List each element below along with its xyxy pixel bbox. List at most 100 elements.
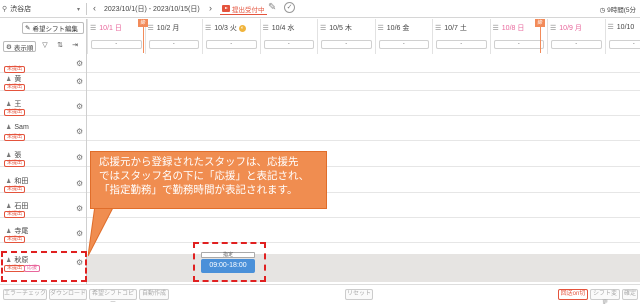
request-shift-edit-button[interactable]: ✎ 希望シフト編集	[22, 22, 84, 34]
download-button[interactable]: ダウンロード	[49, 289, 87, 300]
menu-icon: ☰	[607, 24, 614, 31]
gear-icon[interactable]: ⚙	[76, 127, 83, 136]
day-label[interactable]: ☰ 10/10	[607, 23, 635, 32]
sort-icon[interactable]: ⇅	[55, 41, 65, 52]
chevron-down-icon: ▾	[76, 6, 80, 13]
person-icon: ♟	[6, 204, 12, 210]
staff-name: ♟ 石田	[6, 201, 28, 211]
sort-order-label: 表示順	[13, 44, 34, 52]
day-column-header: ☰ 10/7 土 -	[432, 19, 490, 54]
callout-line: ではスタッフ名の下に「応援」と表記され、	[99, 170, 310, 182]
menu-icon: ☰	[262, 25, 269, 32]
gear-icon[interactable]: ⚙	[76, 229, 83, 238]
day-dropdown[interactable]: -	[148, 40, 199, 49]
staff-row[interactable]: ♟ 張未提出 ⚙	[0, 150, 86, 168]
day-label[interactable]: ☰ 10/9 月	[550, 23, 582, 33]
play-icon	[222, 5, 230, 12]
day-dropdown[interactable]: -	[551, 40, 602, 49]
staff-name-text: 王	[14, 101, 22, 108]
staff-name-text: 石田	[14, 203, 29, 210]
pencil-icon: ✎	[25, 25, 31, 32]
shift-change-button[interactable]: シフト変更	[590, 289, 620, 304]
gear-icon[interactable]: ⚙	[76, 179, 83, 188]
day-label-text: 10/10	[616, 23, 635, 31]
store-select[interactable]: ⚲ 渋谷店 ▾	[2, 3, 80, 15]
filter-icon[interactable]: ▽	[40, 41, 50, 52]
person-icon: ♟	[6, 179, 12, 185]
staff-row[interactable]: ♟ 和田 未提出 ⚙	[0, 176, 86, 194]
submit-toggle-button[interactable]: 回送on切	[558, 289, 588, 300]
reset-button[interactable]: リセット	[345, 289, 373, 300]
day-dropdown[interactable]: -	[321, 40, 372, 49]
day-label[interactable]: ☰ 10/8 日	[493, 23, 525, 33]
day-column-header: ☰ 10/9 月 -	[547, 19, 605, 54]
day-label[interactable]: ☰ 10/3 火 ◐	[205, 23, 246, 33]
staff-row[interactable]: ♟ Sam 未提出 ⚙	[0, 124, 86, 142]
day-dropdown[interactable]: -	[608, 40, 640, 49]
location-pin-icon: ⚲	[2, 6, 8, 13]
staff-name: ♟ 寺尾	[6, 226, 28, 236]
day-dropdown[interactable]: -	[91, 40, 142, 49]
staff-row[interactable]: ♟ 寺尾 未提出 ⚙	[0, 226, 86, 244]
staff-name: ♟ Sam	[6, 124, 29, 131]
deadline-line	[143, 27, 144, 53]
status-text: 提出受付中	[232, 6, 265, 14]
sort-order-button[interactable]: ⚙ 表示順	[3, 41, 36, 52]
day-label-text: 10/7 土	[444, 25, 467, 32]
clock-icon: ◷	[599, 7, 606, 14]
day-label[interactable]: ☰ 10/4 水	[263, 23, 295, 33]
prev-period-button[interactable]: ‹	[93, 3, 96, 13]
pencil-icon[interactable]: ✎	[268, 2, 276, 13]
day-dropdown[interactable]: -	[263, 40, 314, 49]
staff-name-text: Sam	[14, 124, 29, 131]
day-column-header: ☰ 10/1 日 -	[87, 19, 145, 54]
auto-create-button[interactable]: 自動作成	[139, 289, 169, 300]
day-column-header: ☰ 10/5 木 -	[317, 19, 375, 54]
moon-icon: ◐	[238, 24, 246, 32]
day-label-text: 10/5 木	[329, 25, 352, 32]
unsubmitted-badge: 未提出	[4, 211, 26, 218]
support-staff-row	[87, 254, 640, 282]
row-divider	[0, 90, 640, 91]
row-divider	[0, 115, 640, 116]
confirm-button[interactable]: 確定	[622, 289, 638, 300]
day-label[interactable]: ☰ 10/2 月	[148, 23, 180, 33]
deadline-line	[540, 27, 541, 53]
check-circle-icon[interactable]: ✓	[284, 2, 295, 13]
day-dropdown[interactable]: -	[493, 40, 544, 49]
person-icon: ♟	[6, 77, 12, 83]
gear-icon[interactable]: ⚙	[76, 153, 83, 162]
next-period-button[interactable]: ›	[209, 3, 212, 13]
staff-row[interactable]: ♟ 石田 未提出 ⚙	[0, 201, 86, 219]
staff-row[interactable]: 未提出 ⚙	[0, 56, 86, 74]
gear-icon[interactable]: ⚙	[76, 77, 83, 86]
day-label-text: 10/8 日	[501, 25, 525, 32]
gear-icon[interactable]: ⚙	[76, 204, 83, 213]
row-divider	[0, 72, 640, 73]
day-label[interactable]: ☰ 10/7 土	[435, 23, 467, 33]
work-hours: ◷ 9時間(5分	[600, 4, 636, 14]
gear-icon[interactable]: ⚙	[76, 102, 83, 111]
person-icon: ♟	[6, 125, 12, 131]
day-dropdown[interactable]: -	[436, 40, 487, 49]
error-check-button[interactable]: エラーチェック	[3, 289, 47, 300]
menu-icon: ☰	[435, 25, 442, 32]
status-badge[interactable]: 提出受付中	[220, 3, 267, 15]
deadline-flag: 締	[535, 19, 545, 27]
day-label[interactable]: ☰ 10/6 金	[378, 23, 410, 33]
day-label[interactable]: ☰ 10/1 日	[90, 23, 122, 33]
person-icon: ♟	[6, 153, 12, 159]
copy-request-button[interactable]: 希望シフトコピー	[89, 289, 137, 304]
staff-row[interactable]: ♟ 黄未提出 ⚙	[0, 74, 86, 92]
shift-highlight	[193, 242, 266, 282]
unsubmitted-badge: 未提出	[4, 160, 26, 167]
staff-row[interactable]: ♟ 王未提出 ⚙	[0, 99, 86, 117]
annotation-callout: 応援元から登録されたスタッフは、応援先 ではスタッフ名の下に「応援」と表記され、…	[90, 151, 327, 209]
day-label-text: 10/9 月	[559, 25, 582, 32]
day-dropdown[interactable]: -	[378, 40, 429, 49]
collapse-icon[interactable]: ⇥	[70, 41, 80, 52]
day-label[interactable]: ☰ 10/5 木	[320, 23, 352, 33]
gear-icon[interactable]: ⚙	[76, 59, 83, 68]
day-column-header: ☰ 10/10 -	[604, 19, 640, 54]
day-dropdown[interactable]: -	[206, 40, 257, 49]
